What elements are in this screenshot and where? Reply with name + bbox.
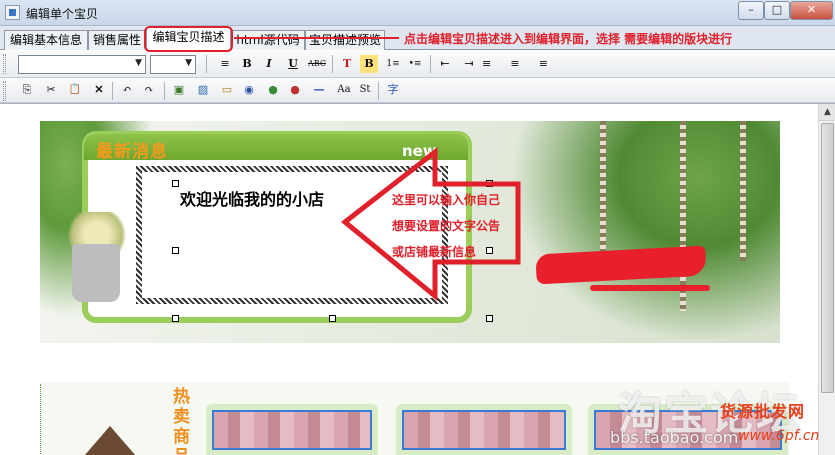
- ribbon-decoration: [680, 121, 686, 311]
- horizontal-rule-icon[interactable]: —: [310, 81, 328, 99]
- strikethrough-icon[interactable]: ABC: [306, 55, 328, 73]
- redaction-underline: [590, 285, 710, 291]
- tab-basic-info[interactable]: 编辑基本信息: [4, 30, 88, 50]
- resize-handle[interactable]: [329, 315, 336, 322]
- ribbon-decoration: [740, 121, 746, 261]
- chevron-down-icon: ▼: [185, 58, 192, 68]
- product-image: [402, 410, 566, 450]
- insert-media-icon[interactable]: ●: [264, 81, 282, 99]
- tab-description-preview[interactable]: 宝贝描述预览: [305, 30, 385, 50]
- spellcheck-icon[interactable]: 字: [384, 81, 402, 99]
- insert-picture-icon[interactable]: ▨: [194, 81, 212, 99]
- cut-icon[interactable]: ✂: [42, 81, 60, 99]
- instruction-line: 这里可以输入你自己: [392, 193, 501, 207]
- copy-icon[interactable]: ⎘: [18, 81, 36, 99]
- font-size-icon[interactable]: Aa: [334, 81, 354, 99]
- italic-icon[interactable]: I: [260, 55, 278, 73]
- watermark-url: bbs.taobao.com: [610, 428, 739, 447]
- toolbar-separator: [206, 55, 207, 73]
- insert-table-icon[interactable]: ▭: [218, 81, 236, 99]
- tab-html-source[interactable]: html源代码: [231, 30, 305, 50]
- font-size-select[interactable]: ▼: [150, 55, 196, 74]
- minimize-button[interactable]: –: [738, 1, 764, 20]
- format-toolbar: ▼ ▼ ≡ B I U ABC T B 1≡ •≡ ⇤ ⇥ ≡ ≡ ≡: [0, 51, 835, 78]
- tab-sales-attributes[interactable]: 销售属性: [88, 30, 146, 50]
- delete-icon[interactable]: ✕: [90, 81, 108, 99]
- instruction-line: 想要设置的文字公告: [392, 219, 501, 233]
- background-color-icon[interactable]: B: [360, 55, 378, 73]
- scroll-up-icon[interactable]: ▲: [819, 104, 835, 121]
- title-bar: 编辑单个宝贝 – □ ✕: [0, 0, 835, 26]
- resize-handle[interactable]: [172, 315, 179, 322]
- resize-handle[interactable]: [172, 247, 179, 254]
- ribbon-decoration: [600, 121, 606, 271]
- bold-icon[interactable]: B: [238, 55, 256, 73]
- scrollbar-thumb[interactable]: [821, 123, 834, 393]
- resize-handle[interactable]: [486, 315, 493, 322]
- app-icon: [5, 5, 20, 20]
- insert-link-icon[interactable]: ●: [286, 81, 304, 99]
- text-color-icon[interactable]: T: [338, 55, 356, 73]
- bullet-list-icon[interactable]: •≡: [406, 55, 424, 73]
- hot-products-label: 热卖商品: [173, 387, 190, 455]
- underline-icon[interactable]: U: [284, 55, 302, 73]
- vertical-scrollbar[interactable]: ▲: [818, 104, 835, 455]
- product-thumbnail[interactable]: [206, 404, 378, 455]
- maximize-button[interactable]: □: [764, 1, 790, 20]
- site-watermark: 货源批发网: [720, 402, 806, 421]
- flower-pot-image: [72, 244, 120, 302]
- instruction-line: 或店铺最新信息: [392, 245, 477, 259]
- insert-flash-icon[interactable]: ◉: [240, 81, 258, 99]
- toolbar-grip[interactable]: [3, 54, 6, 74]
- outdent-icon[interactable]: ⇤: [436, 55, 454, 73]
- align-right-icon[interactable]: ≡: [530, 55, 548, 73]
- indent-icon[interactable]: ⇥: [460, 55, 478, 73]
- toolbar-grip[interactable]: [3, 81, 6, 101]
- tab-highlight-box: [144, 26, 233, 52]
- insert-image-icon[interactable]: ▣: [170, 81, 188, 99]
- site-watermark-url: www.6pf.cn: [738, 428, 820, 444]
- product-image: [212, 410, 372, 450]
- notice-title: 最新消息: [96, 142, 168, 162]
- align-center-icon[interactable]: ≡: [506, 55, 524, 73]
- font-family-select[interactable]: ▼: [18, 55, 146, 74]
- chevron-down-icon: ▼: [135, 58, 142, 68]
- toolbar-separator: [430, 55, 431, 73]
- resize-handle[interactable]: [172, 180, 179, 187]
- toolbar-separator: [164, 82, 165, 100]
- toolbar-separator: [332, 55, 333, 73]
- product-thumbnail[interactable]: [396, 404, 572, 455]
- close-button[interactable]: ✕: [790, 1, 833, 20]
- toolbar-separator: [378, 82, 379, 100]
- align-left-icon[interactable]: ≡: [482, 55, 500, 73]
- insert-toolbar: ⎘ ✂ 📋 ✕ ↶ ↷ ▣ ▨ ▭ ◉ ● ● — Aa St 字: [0, 78, 835, 103]
- numbered-list-icon[interactable]: 1≡: [384, 55, 402, 73]
- redo-icon[interactable]: ↷: [140, 81, 158, 99]
- line-spacing-icon[interactable]: ≡: [216, 55, 234, 73]
- paste-icon[interactable]: 📋: [66, 81, 84, 99]
- section-guide-line: [40, 384, 41, 455]
- annotation-text: 点击编辑宝贝描述进入到编辑界面，选择 需要编辑的版块进行: [404, 32, 733, 46]
- window-title: 编辑单个宝贝: [26, 7, 99, 21]
- toolbar-separator: [112, 82, 113, 100]
- superscript-icon[interactable]: St: [356, 81, 374, 99]
- annotation-pointer-line: [234, 37, 399, 39]
- undo-icon[interactable]: ↶: [118, 81, 136, 99]
